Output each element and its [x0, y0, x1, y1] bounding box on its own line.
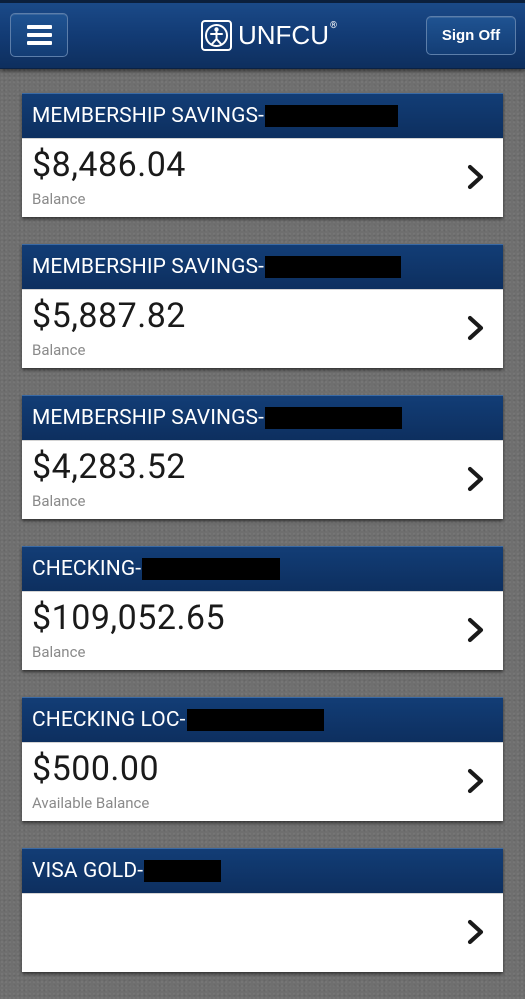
account-card[interactable]: MEMBERSHIP SAVINGS- $8,486.04 Balance — [22, 93, 503, 217]
balance-label: Balance — [32, 341, 86, 359]
sign-off-button[interactable]: Sign Off — [426, 16, 516, 55]
redacted-account-number — [265, 256, 401, 278]
account-list: MEMBERSHIP SAVINGS- $8,486.04 Balance ME… — [22, 93, 504, 999]
redacted-account-number — [142, 558, 281, 580]
registered-mark: ® — [330, 21, 338, 31]
account-card-header: CHECKING LOC- — [22, 697, 503, 742]
account-card-header: MEMBERSHIP SAVINGS- — [22, 395, 503, 440]
balance-label: Balance — [32, 492, 86, 510]
account-card-header: VISA GOLD- — [22, 848, 503, 893]
account-card-body — [22, 893, 503, 972]
unfcu-logo: UNFCU ® — [201, 18, 337, 52]
account-card[interactable]: MEMBERSHIP SAVINGS- $5,887.82 Balance — [22, 244, 503, 368]
account-card-header: CHECKING- — [22, 546, 503, 591]
account-card-body: $500.00 Available Balance — [22, 742, 503, 821]
account-card-body: $4,283.52 Balance — [22, 440, 503, 519]
account-card-body: $109,052.65 Balance — [22, 591, 503, 670]
account-balance: $4,283.52 — [32, 447, 186, 487]
account-name: CHECKING- — [32, 557, 142, 581]
hamburger-menu-icon-bar — [27, 33, 52, 37]
account-card[interactable]: CHECKING- $109,052.65 Balance — [22, 546, 503, 670]
redacted-account-number — [265, 407, 402, 429]
redacted-account-number — [186, 709, 324, 731]
logo-text: UNFCU — [238, 20, 329, 50]
hamburger-menu-icon — [27, 25, 52, 29]
account-card-header: MEMBERSHIP SAVINGS- — [22, 244, 503, 289]
app-header: UNFCU ® Sign Off — [0, 0, 525, 69]
account-card[interactable]: MEMBERSHIP SAVINGS- $4,283.52 Balance — [22, 395, 503, 519]
redacted-account-number — [144, 860, 222, 882]
account-card-body: $5,887.82 Balance — [22, 289, 503, 368]
account-card[interactable]: VISA GOLD- — [22, 848, 503, 972]
account-card-header: MEMBERSHIP SAVINGS- — [22, 93, 503, 138]
account-name: MEMBERSHIP SAVINGS- — [32, 104, 264, 128]
account-name: VISA GOLD- — [32, 859, 144, 883]
account-balance: $500.00 — [32, 749, 160, 789]
account-balance: $109,052.65 — [32, 598, 226, 638]
account-balance: $5,887.82 — [32, 296, 186, 336]
account-balance: $8,486.04 — [32, 145, 186, 185]
account-name: MEMBERSHIP SAVINGS- — [32, 255, 264, 279]
chevron-right-icon[interactable] — [466, 919, 486, 945]
hamburger-menu-icon-bar — [27, 41, 52, 45]
chevron-right-icon[interactable] — [466, 617, 486, 643]
menu-button[interactable] — [10, 13, 68, 57]
chevron-right-icon[interactable] — [466, 466, 486, 492]
account-name: CHECKING LOC- — [32, 708, 186, 732]
account-name: MEMBERSHIP SAVINGS- — [32, 406, 264, 430]
redacted-account-number — [265, 105, 398, 127]
balance-label: Balance — [32, 643, 86, 661]
balance-label: Balance — [32, 190, 86, 208]
balance-label: Available Balance — [32, 794, 150, 812]
unfcu-emblem-icon — [201, 19, 232, 51]
chevron-right-icon[interactable] — [466, 315, 486, 341]
account-card-body: $8,486.04 Balance — [22, 138, 503, 217]
chevron-right-icon[interactable] — [466, 768, 486, 794]
account-card[interactable]: CHECKING LOC- $500.00 Available Balance — [22, 697, 503, 821]
chevron-right-icon[interactable] — [466, 164, 486, 190]
